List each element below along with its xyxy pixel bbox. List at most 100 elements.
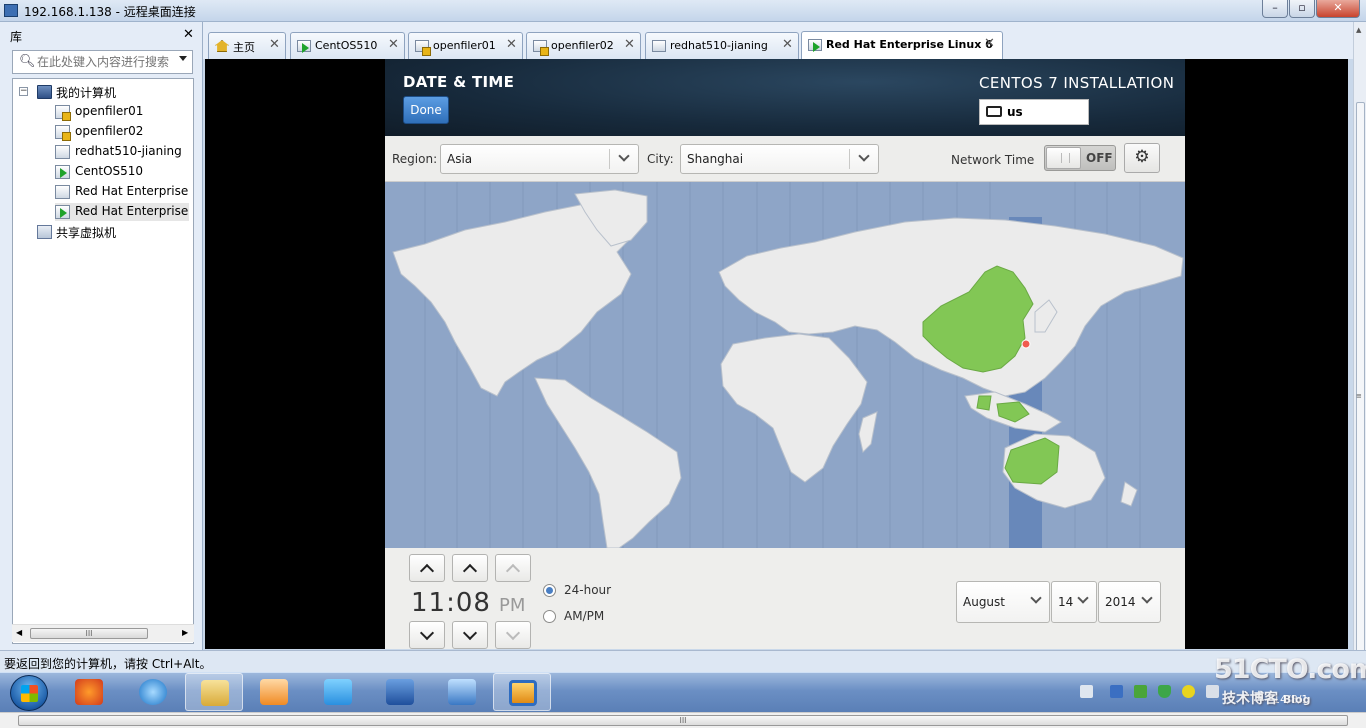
day-combo[interactable]: 14 [1051, 581, 1097, 623]
tree-node-my-computer[interactable]: − 我的计算机 [19, 83, 189, 101]
format-24h-radio[interactable] [543, 584, 556, 597]
tab-home[interactable]: 主页 ✕ [208, 32, 286, 59]
tree-node-openfiler02[interactable]: openfiler02 [55, 123, 189, 141]
security-shield-icon[interactable] [1158, 685, 1171, 698]
keyboard-tray-icon[interactable] [1080, 685, 1093, 698]
taskbar-app-explorer[interactable] [185, 673, 243, 711]
volume-icon[interactable] [1206, 685, 1219, 698]
hour-up-button[interactable] [409, 554, 445, 582]
update-tray-icon[interactable] [1182, 685, 1195, 698]
chevron-up-icon [462, 563, 478, 579]
tree-node-rhel-2[interactable]: Red Hat Enterprise L [55, 203, 189, 221]
scroll-right-icon[interactable]: ▶ [182, 628, 188, 637]
region-combo[interactable]: Asia [440, 144, 639, 174]
format-ampm-radio[interactable] [543, 610, 556, 623]
tree-node-rhel-1[interactable]: Red Hat Enterprise L [55, 183, 189, 201]
vm-vscrollbar[interactable]: ▲ ≡ [1353, 22, 1366, 652]
tab-centos510[interactable]: CentOS510 ✕ [290, 32, 405, 59]
city-combo[interactable]: Shanghai [680, 144, 879, 174]
tree-label: openfiler01 [75, 104, 144, 118]
tab-close-icon[interactable]: ✕ [388, 37, 399, 52]
tab-openfiler02[interactable]: openfiler02 ✕ [526, 32, 641, 59]
scroll-thumb[interactable]: III [18, 715, 1348, 726]
tab-close-icon[interactable]: ✕ [984, 36, 995, 51]
tab-openfiler01[interactable]: openfiler01 ✕ [408, 32, 523, 59]
tab-close-icon[interactable]: ✕ [782, 37, 793, 52]
month-value: August [963, 595, 1005, 609]
window-titlebar: 192.168.1.138 - 远程桌面连接 – ▫ ✕ [0, 0, 1366, 22]
time-date-controls: 11:08 PM 24-hour AM/PM August 14 2014 [385, 548, 1185, 649]
vm-console[interactable]: DATE & TIME Done CENTOS 7 INSTALLATION u… [205, 59, 1348, 649]
tab-redhat510-jianing[interactable]: redhat510-jianing ✕ [645, 32, 799, 59]
city-label: City: [647, 152, 674, 166]
taskbar-app-360[interactable] [60, 673, 118, 711]
library-search-input[interactable] [37, 54, 175, 70]
switch-state: OFF [1086, 151, 1113, 165]
start-icon[interactable] [10, 675, 48, 711]
tab-label: redhat510-jianing [670, 39, 768, 52]
minimize-button[interactable]: – [1262, 0, 1288, 18]
tree-label: Red Hat Enterprise L [75, 204, 189, 218]
chevron-down-icon [419, 625, 435, 641]
scroll-left-icon[interactable]: ◀ [16, 628, 22, 637]
chevron-down-icon [1030, 592, 1042, 604]
ntp-config-button[interactable]: ⚙ [1124, 143, 1160, 173]
network-time-switch[interactable]: OFF [1044, 145, 1116, 171]
app-tray-icon[interactable] [1110, 685, 1123, 698]
vm-running-icon [808, 39, 822, 52]
minute-up-button[interactable] [452, 554, 488, 582]
baidu-cloud-icon [324, 679, 352, 705]
selected-city-pin [1021, 339, 1031, 349]
home-icon [215, 40, 229, 52]
minute-down-button[interactable] [452, 621, 488, 649]
tab-rhel6[interactable]: Red Hat Enterprise Linux 6 ✕ [801, 31, 1003, 59]
taskbar-app-rdp[interactable] [433, 673, 491, 711]
taskbar-app-video[interactable] [371, 673, 429, 711]
scroll-thumb[interactable]: III [30, 628, 148, 639]
tree-label: redhat510-jianing [75, 144, 182, 158]
network-tray-icon[interactable] [1134, 685, 1147, 698]
library-close-icon[interactable]: ✕ [183, 27, 194, 42]
tree-node-shared-vms[interactable]: 共享虚拟机 [37, 223, 187, 241]
taskbar-app-ie[interactable] [124, 673, 182, 711]
library-title: 库 [10, 30, 23, 44]
year-combo[interactable]: 2014 [1098, 581, 1161, 623]
scroll-grip-icon: ≡ [1356, 392, 1362, 400]
combo-separator [609, 149, 610, 169]
collapse-icon[interactable]: − [19, 87, 28, 96]
tree-node-redhat510-jianing[interactable]: redhat510-jianing [55, 143, 189, 161]
vm-running-icon [55, 165, 70, 179]
shared-vm-icon [37, 225, 52, 239]
library-hscrollbar[interactable]: ◀ III ▶ [12, 624, 194, 642]
ampm-up-button[interactable] [495, 554, 531, 582]
taskbar-app-baidu[interactable] [309, 673, 367, 711]
windows-taskbar: 14/8/1 [0, 672, 1366, 712]
vmware-icon [509, 680, 537, 706]
tab-label: 主页 [233, 41, 255, 54]
library-panel: 库 ✕ 🔍︎ − 我的计算机 openfiler01 openfiler02 r… [0, 22, 203, 650]
taskbar-app-media[interactable] [245, 673, 303, 711]
done-button[interactable]: Done [403, 96, 449, 124]
tab-label: Red Hat Enterprise Linux 6 [826, 38, 993, 51]
tree-node-centos510[interactable]: CentOS510 [55, 163, 189, 181]
watermark-line2: 技术博客 [1222, 691, 1278, 707]
taskbar-app-vmware[interactable] [493, 673, 551, 711]
timezone-map[interactable] [385, 182, 1185, 549]
month-combo[interactable]: August [956, 581, 1050, 623]
close-button[interactable]: ✕ [1316, 0, 1360, 18]
vm-suspended-icon [55, 125, 71, 141]
scroll-thumb[interactable] [1356, 102, 1365, 652]
ampm-down-button[interactable] [495, 621, 531, 649]
hour-down-button[interactable] [409, 621, 445, 649]
maximize-button[interactable]: ▫ [1289, 0, 1315, 18]
scroll-up-icon[interactable]: ▲ [1356, 26, 1361, 34]
bottom-hscrollbar[interactable]: III [0, 712, 1366, 728]
tab-close-icon[interactable]: ✕ [506, 37, 517, 52]
library-search-box[interactable]: 🔍︎ [12, 50, 193, 74]
keyboard-layout-indicator[interactable]: us [979, 99, 1089, 125]
tab-close-icon[interactable]: ✕ [624, 37, 635, 52]
tree-node-openfiler01[interactable]: openfiler01 [55, 103, 189, 121]
tab-close-icon[interactable]: ✕ [269, 37, 280, 52]
remote-desktop-icon [4, 4, 18, 17]
search-dropdown-icon[interactable] [179, 56, 187, 61]
